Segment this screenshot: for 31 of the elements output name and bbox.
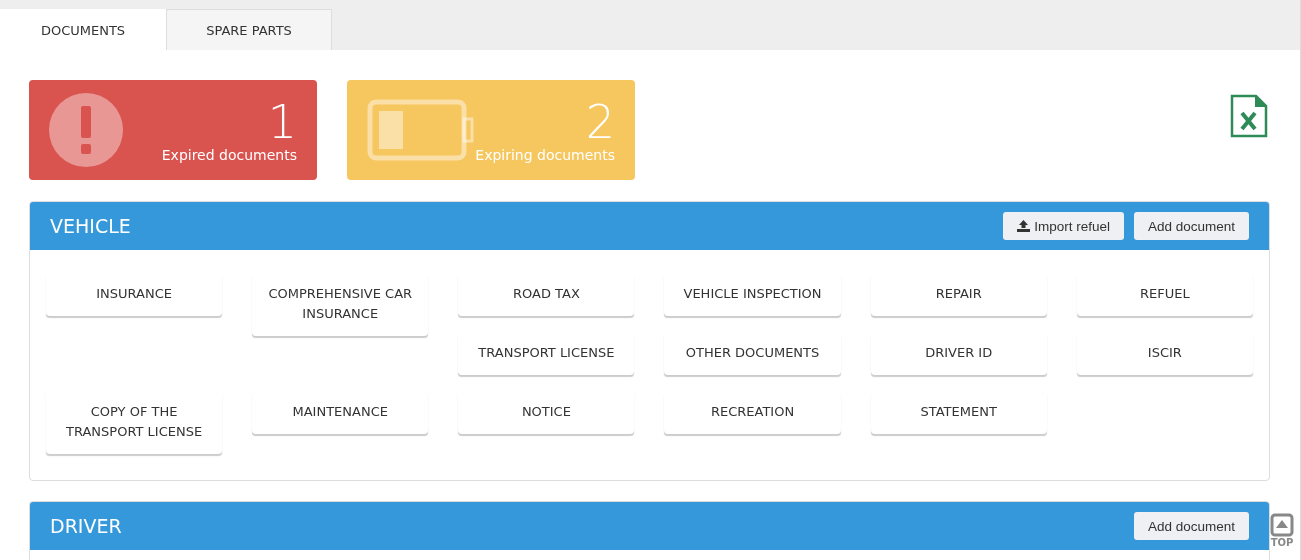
- back-to-top-button[interactable]: TOP: [1270, 513, 1294, 548]
- document-type-tile[interactable]: STATEMENT: [870, 391, 1047, 434]
- document-type-tile[interactable]: TRANSPORT LICENSE: [458, 332, 635, 375]
- stat-label: Expired documents: [161, 147, 297, 163]
- stat-count: 2: [585, 97, 615, 147]
- stat-label: Expiring documents: [475, 147, 615, 163]
- battery-icon: [367, 99, 475, 161]
- exclamation-icon: [49, 93, 123, 167]
- spreadsheet-file-icon[interactable]: [1230, 94, 1268, 138]
- add-button[interactable]: Add document: [1133, 512, 1249, 540]
- tab[interactable]: DOCUMENTS: [0, 9, 166, 50]
- upload-icon: [1017, 220, 1031, 232]
- document-type-tile[interactable]: ISCIR: [1076, 332, 1253, 375]
- stat-count: 1: [267, 97, 297, 147]
- document-type-tile[interactable]: INSURANCE: [46, 273, 223, 316]
- section-title: DRIVER: [50, 515, 122, 537]
- document-type-tile[interactable]: COMPREHENSIVE CAR INSURANCE: [252, 273, 429, 336]
- document-type-tile[interactable]: NOTICE: [458, 391, 635, 434]
- document-type-tile[interactable]: REFUEL: [1076, 273, 1253, 316]
- document-type-tile[interactable]: DRIVER ID: [870, 332, 1047, 375]
- document-type-tile[interactable]: COPY OF THE TRANSPORT LICENSE: [46, 391, 223, 454]
- import-button[interactable]: Import refuel: [1003, 212, 1124, 240]
- section-title: VEHICLE: [50, 215, 131, 237]
- document-type-tile[interactable]: ROAD TAX: [458, 273, 635, 316]
- document-type-tile[interactable]: RECREATION: [664, 391, 841, 434]
- document-type-tile[interactable]: MAINTENANCE: [252, 391, 429, 434]
- tab[interactable]: SPARE PARTS: [166, 9, 332, 50]
- document-type-tile[interactable]: OTHER DOCUMENTS: [664, 332, 841, 375]
- document-type-tile[interactable]: REPAIR: [870, 273, 1047, 316]
- add-button[interactable]: Add document: [1133, 212, 1249, 240]
- document-type-tile[interactable]: VEHICLE INSPECTION: [664, 273, 841, 316]
